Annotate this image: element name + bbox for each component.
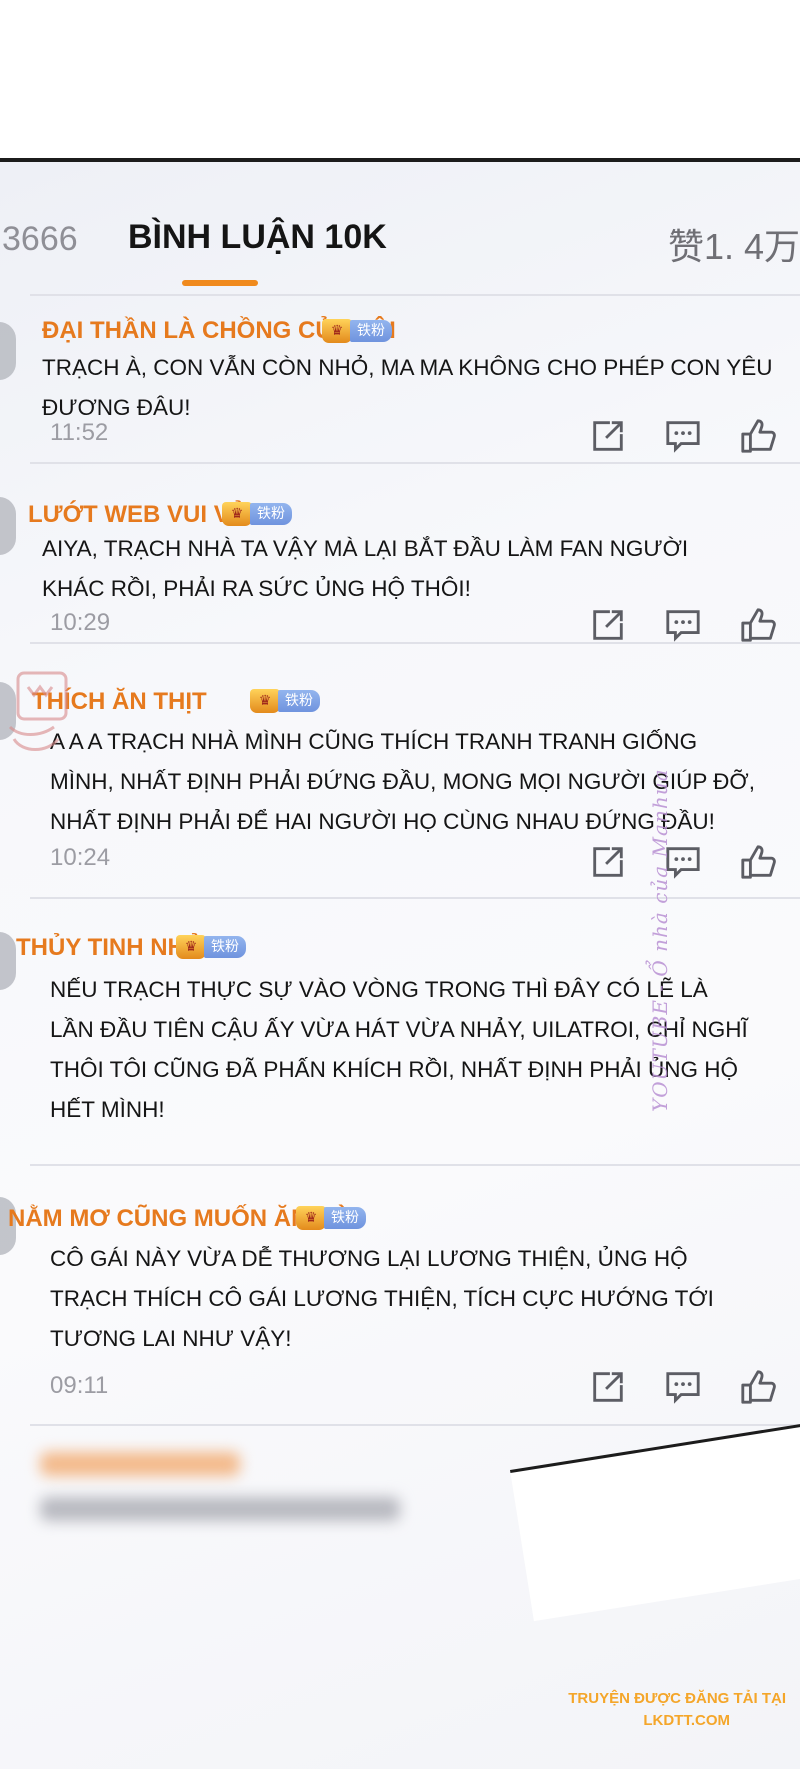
comment-line: THÔI TÔI CŨNG ĐÃ PHẤN KHÍCH RỒI, NHẤT ĐỊ… xyxy=(50,1057,738,1082)
comment-line: AIYA, TRẠCH NHÀ TA VẬY MÀ LẠI BẮT ĐẦU LÀ… xyxy=(42,536,689,561)
comment-line: CÔ GÁI NÀY VỪA DỄ THƯƠNG LẠI LƯƠNG THIỆN… xyxy=(50,1246,688,1271)
fan-badge-label: 铁粉 xyxy=(350,320,392,342)
comment-time: 10:29 xyxy=(50,609,111,636)
avatar[interactable] xyxy=(0,932,16,990)
reply-button[interactable] xyxy=(663,605,703,645)
share-button[interactable] xyxy=(588,416,628,456)
thumbs-up-icon xyxy=(741,1370,776,1404)
divider xyxy=(30,462,800,464)
top-blank-area xyxy=(0,0,800,158)
crown-icon: ♛ xyxy=(296,1206,326,1230)
fan-badge: ♛ 铁粉 xyxy=(322,318,392,344)
thumbs-up-icon xyxy=(741,419,776,453)
reply-button[interactable] xyxy=(663,416,703,456)
watermark-logo xyxy=(8,671,68,751)
like-button[interactable] xyxy=(738,1367,778,1407)
share-button[interactable] xyxy=(588,842,628,882)
reply-button[interactable] xyxy=(663,1367,703,1407)
fan-badge-label: 铁粉 xyxy=(324,1207,366,1229)
tab-likes[interactable]: 赞1. 4万 xyxy=(668,218,800,270)
divider xyxy=(30,1164,800,1166)
tab-bar: 3666 BÌNH LUẬN 10K 赞1. 4万 xyxy=(0,162,800,292)
divider xyxy=(30,1424,800,1426)
comment-line: HẾT MÌNH! xyxy=(50,1097,165,1122)
thumbs-up-icon xyxy=(741,608,776,642)
watermark-side-text: YOUTUBE - Ổ nhà của Manhua xyxy=(648,768,672,1112)
share-icon xyxy=(593,847,623,877)
comment-actions xyxy=(588,1367,778,1407)
comment-actions xyxy=(588,605,778,645)
like-button[interactable] xyxy=(738,842,778,882)
share-icon xyxy=(593,421,623,451)
fan-badge-label: 铁粉 xyxy=(250,503,292,525)
comment-text: CÔ GÁI NÀY VỪA DỄ THƯƠNG LẠI LƯƠNG THIỆN… xyxy=(50,1239,714,1359)
reply-icon xyxy=(666,421,700,453)
fan-badge: ♛ 铁粉 xyxy=(250,688,320,714)
fan-badge-label: 铁粉 xyxy=(204,936,246,958)
comment-time: 09:11 xyxy=(50,1372,109,1399)
comment-line: TRẠCH THÍCH CÔ GÁI LƯƠNG THIỆN, TÍCH CỰC… xyxy=(50,1286,714,1311)
avatar[interactable] xyxy=(0,497,16,555)
share-button[interactable] xyxy=(588,1367,628,1407)
share-icon xyxy=(593,1372,623,1402)
share-icon xyxy=(593,610,623,640)
blurred-comment-text xyxy=(40,1497,400,1521)
like-button[interactable] xyxy=(738,605,778,645)
comment-time: 11:52 xyxy=(50,419,109,446)
tab-reposts[interactable]: 3666 xyxy=(2,220,78,259)
fan-badge: ♛ 铁粉 xyxy=(296,1205,366,1231)
divider xyxy=(30,642,800,644)
fan-badge: ♛ 铁粉 xyxy=(222,501,292,527)
comment-text: NẾU TRẠCH THỰC SỰ VÀO VÒNG TRONG THÌ ĐÂY… xyxy=(50,970,748,1130)
comment-line: A A A TRẠCH NHÀ MÌNH CŨNG THÍCH TRANH TR… xyxy=(50,729,698,754)
comment-line: NẾU TRẠCH THỰC SỰ VÀO VÒNG TRONG THÌ ĐÂY… xyxy=(50,977,708,1002)
comment-time: 10:24 xyxy=(50,844,111,871)
crown-icon: ♛ xyxy=(322,319,352,343)
comment-actions xyxy=(588,416,778,456)
footer-site[interactable]: LKDTT.COM xyxy=(643,1712,730,1729)
crown-icon: ♛ xyxy=(176,935,206,959)
crown-icon: ♛ xyxy=(250,689,280,713)
comment-line: TƯƠNG LAI NHƯ VẬY! xyxy=(50,1326,292,1351)
thumbs-up-icon xyxy=(741,845,776,879)
comment-username[interactable]: LƯỚT WEB VUI VẺ xyxy=(28,501,246,529)
avatar[interactable] xyxy=(0,322,16,380)
tab-comments[interactable]: BÌNH LUẬN 10K xyxy=(128,218,387,257)
tab-active-indicator xyxy=(182,280,258,286)
crown-icon: ♛ xyxy=(222,502,252,526)
divider xyxy=(30,294,800,296)
comment-line: KHÁC RỒI, PHẢI RA SỨC ỦNG HỘ THÔI! xyxy=(42,576,471,601)
reply-icon xyxy=(666,610,700,642)
blurred-username xyxy=(40,1452,240,1476)
footer-line-1: TRUYỆN ĐƯỢC ĐĂNG TẢI TẠI xyxy=(568,1690,786,1707)
like-button[interactable] xyxy=(738,416,778,456)
comment-text: AIYA, TRẠCH NHÀ TA VẬY MÀ LẠI BẮT ĐẦU LÀ… xyxy=(42,529,688,609)
fan-badge: ♛ 铁粉 xyxy=(176,934,246,960)
share-button[interactable] xyxy=(588,605,628,645)
reply-icon xyxy=(666,1372,700,1404)
comment-line: LẦN ĐẦU TIÊN CẬU ẤY VỪA HÁT VỪA NHẢY, UI… xyxy=(50,1017,748,1042)
fan-badge-label: 铁粉 xyxy=(278,690,320,712)
